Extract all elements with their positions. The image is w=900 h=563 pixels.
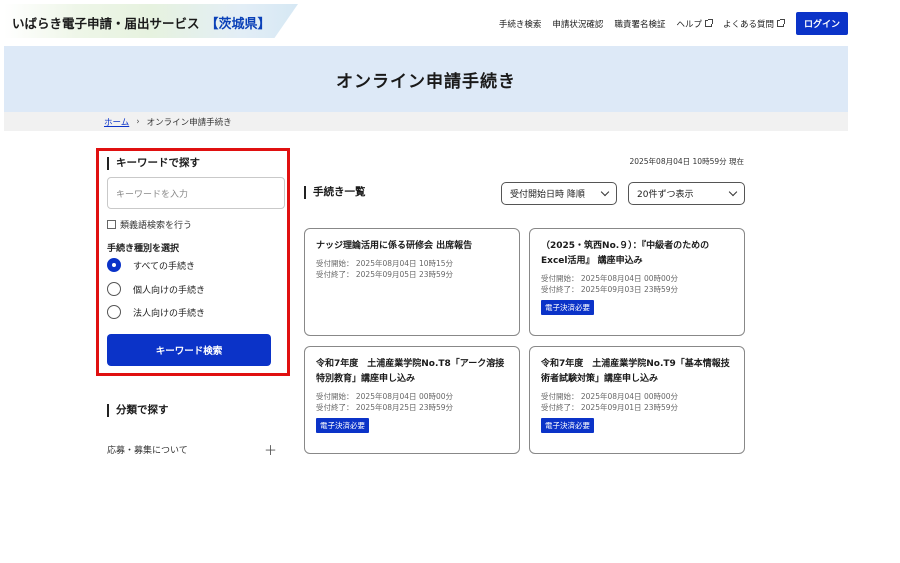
payment-required-badge: 電子決済必要 bbox=[541, 300, 594, 315]
nav-procedure-search[interactable]: 手続き検索 bbox=[499, 18, 542, 30]
radio-selected-icon[interactable] bbox=[107, 258, 121, 272]
breadcrumb: ホーム › オンライン申請手続き bbox=[104, 116, 232, 128]
header-nav: 手続き検索 申請状況確認 職責署名検証 ヘルプ よくある質問 ログイン bbox=[488, 12, 848, 35]
procedure-card-end: 受付終了： 2025年09月01日 23時59分 bbox=[541, 403, 679, 412]
site-title: いばらき電子申請・届出サービス bbox=[12, 16, 200, 31]
payment-required-badge: 電子決済必要 bbox=[541, 418, 594, 433]
nav-help-label: ヘルプ bbox=[676, 19, 702, 30]
procedure-card-start: 受付開始： 2025年08月04日 00時00分 bbox=[316, 392, 454, 401]
sort-select[interactable]: 受付開始日時 降順 bbox=[501, 182, 617, 205]
radio-unselected-icon[interactable] bbox=[107, 282, 121, 296]
site-logo[interactable]: いばらき電子申請・届出サービス 【茨城県】 bbox=[12, 13, 271, 32]
procedure-type-label: 手続き種別を選択 bbox=[107, 244, 180, 254]
page-banner: オンライン申請手続き bbox=[4, 46, 848, 112]
radio-corporate-label: 法人向けの手続き bbox=[133, 308, 206, 319]
radio-personal-label: 個人向けの手続き bbox=[133, 285, 206, 296]
chevron-down-icon bbox=[600, 187, 610, 197]
category-item-recruitment[interactable]: 応募・募集について ＋ bbox=[107, 440, 277, 459]
nav-help[interactable]: ヘルプ bbox=[676, 18, 713, 30]
nav-signature-verify[interactable]: 職責署名検証 bbox=[614, 18, 665, 30]
external-link-icon bbox=[704, 19, 713, 27]
login-button[interactable]: ログイン bbox=[795, 12, 848, 35]
breadcrumb-home-link[interactable]: ホーム bbox=[104, 116, 129, 128]
external-link-icon bbox=[776, 19, 785, 27]
radio-unselected-icon[interactable] bbox=[107, 305, 121, 319]
nav-status-check[interactable]: 申請状況確認 bbox=[552, 18, 603, 30]
current-timestamp: 2025年08月04日 10時59分 現在 bbox=[629, 157, 744, 166]
procedure-card-title: 令和7年度 土浦産業学院No.T9「基本情報技術者試験対策」講座申し込み bbox=[541, 359, 730, 384]
nav-faq[interactable]: よくある質問 bbox=[722, 18, 785, 30]
nav-faq-label: よくある質問 bbox=[722, 19, 774, 30]
radio-personal-procedures[interactable]: 個人向けの手続き bbox=[107, 282, 205, 296]
keyword-search-button[interactable]: キーワード検索 bbox=[107, 334, 271, 366]
site-header: いばらき電子申請・届出サービス 【茨城県】 手続き検索 申請状況確認 職責署名検証… bbox=[0, 0, 848, 46]
sort-select-value: 受付開始日時 降順 bbox=[510, 190, 585, 200]
keyword-search-heading: キーワードで探す bbox=[107, 157, 200, 170]
procedure-card-end: 受付終了： 2025年09月05日 23時59分 bbox=[316, 270, 454, 279]
radio-corporate-procedures[interactable]: 法人向けの手続き bbox=[107, 305, 205, 319]
radio-all-label: すべての手続き bbox=[133, 261, 196, 272]
synonym-search-option[interactable]: 類義語検索を行う bbox=[107, 218, 192, 231]
synonym-checkbox[interactable] bbox=[107, 220, 116, 229]
keyword-input[interactable]: キーワードを入力 bbox=[107, 177, 285, 209]
procedure-card-end: 受付終了： 2025年08月25日 23時59分 bbox=[316, 403, 454, 412]
category-search-heading: 分類で探す bbox=[107, 404, 169, 417]
procedure-card-title: 令和7年度 土浦産業学院No.T8「アーク溶接特別教育」講座申し込み bbox=[316, 359, 505, 384]
procedure-card-title: ナッジ理論活用に係る研修会 出席報告 bbox=[316, 241, 473, 251]
procedure-card-end: 受付終了： 2025年09月03日 23時59分 bbox=[541, 285, 679, 294]
payment-required-badge: 電子決済必要 bbox=[316, 418, 369, 433]
plus-icon[interactable]: ＋ bbox=[264, 440, 277, 459]
procedure-card-title: （2025・筑西No.９）：『中級者のためのExcel活用』 講座申込み bbox=[541, 241, 710, 266]
per-page-select[interactable]: 20件ずつ表示 bbox=[628, 182, 745, 205]
category-label: 応募・募集について bbox=[107, 446, 188, 456]
chevron-down-icon bbox=[728, 187, 738, 197]
procedure-card-start: 受付開始： 2025年08月04日 10時15分 bbox=[316, 259, 454, 268]
procedure-card-start: 受付開始： 2025年08月04日 00時00分 bbox=[541, 274, 679, 283]
procedure-card[interactable]: （2025・筑西No.９）：『中級者のためのExcel活用』 講座申込み 受付開… bbox=[529, 228, 745, 336]
procedure-card[interactable]: 令和7年度 土浦産業学院No.T9「基本情報技術者試験対策」講座申し込み 受付開… bbox=[529, 346, 745, 454]
procedure-card[interactable]: 令和7年度 土浦産業学院No.T8「アーク溶接特別教育」講座申し込み 受付開始：… bbox=[304, 346, 520, 454]
radio-all-procedures[interactable]: すべての手続き bbox=[107, 258, 195, 272]
page-title: オンライン申請手続き bbox=[336, 71, 516, 92]
procedure-list-heading: 手続き一覧 bbox=[304, 186, 366, 199]
synonym-label: 類義語検索を行う bbox=[120, 221, 193, 231]
per-page-select-value: 20件ずつ表示 bbox=[637, 190, 694, 200]
prefecture-label: 【茨城県】 bbox=[205, 17, 271, 32]
breadcrumb-current: オンライン申請手続き bbox=[146, 118, 232, 128]
procedure-card-start: 受付開始： 2025年08月04日 00時00分 bbox=[541, 392, 679, 401]
breadcrumb-separator: › bbox=[136, 117, 140, 127]
procedure-card[interactable]: ナッジ理論活用に係る研修会 出席報告 受付開始： 2025年08月04日 10時… bbox=[304, 228, 520, 336]
